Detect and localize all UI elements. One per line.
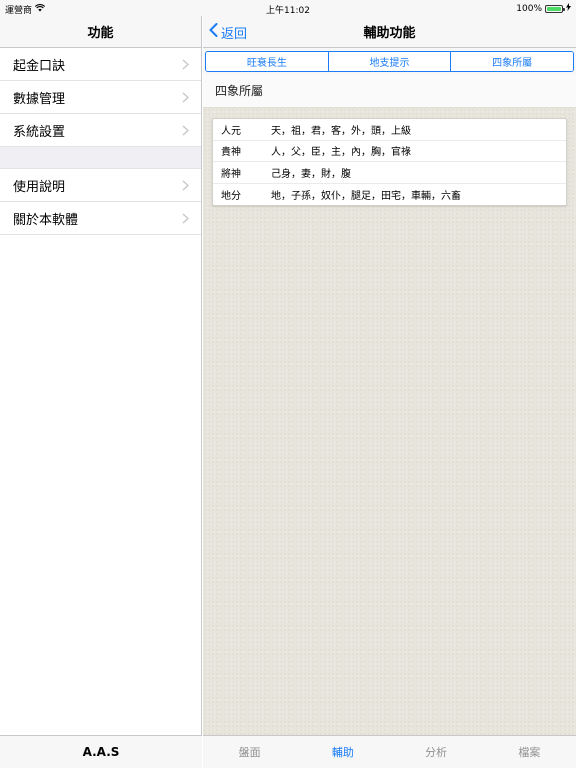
info-table: 人元 天，祖，君，客，外，頭，上級 貴神 人，父，臣，主，內，胸，官祿 將神 己… xyxy=(212,118,567,206)
menu-item-system-settings[interactable]: 系統設置 xyxy=(0,114,201,147)
menu-item-label: 關於本軟體 xyxy=(13,212,79,228)
chevron-right-icon xyxy=(182,179,189,191)
tab-analysis[interactable]: 分析 xyxy=(390,744,483,760)
row-key: 人元 xyxy=(221,125,241,137)
status-time: 上午11:02 xyxy=(266,6,310,16)
segment-branch-hints[interactable]: 地支提示 xyxy=(328,51,452,71)
menu-item-about[interactable]: 關於本軟體 xyxy=(0,202,201,235)
table-row: 將神 己身，妻，財，腹 xyxy=(213,162,566,184)
menu-item-label: 使用說明 xyxy=(13,179,66,195)
detail-nav-bar: 返回 輔助功能 xyxy=(203,16,576,48)
menu-item-label: 系統設置 xyxy=(13,124,66,140)
menu-group-separator xyxy=(0,147,201,169)
section-title: 四象所屬 xyxy=(215,84,264,98)
table-row: 貴神 人，父，臣，主，內，胸，官祿 xyxy=(213,141,566,162)
menu-item-label: 起金口訣 xyxy=(13,58,66,74)
back-button-label: 返回 xyxy=(221,26,248,42)
master-nav-bar: 功能 xyxy=(0,16,201,48)
row-value: 天，祖，君，客，外，頭，上級 xyxy=(271,125,411,137)
table-row: 人元 天，祖，君，客，外，頭，上級 xyxy=(213,119,566,141)
status-bar: 運營商 上午11:02 100% xyxy=(0,0,576,16)
tab-board[interactable]: 盤面 xyxy=(203,744,296,760)
menu-item-data-management[interactable]: 數據管理 xyxy=(0,81,201,114)
row-key: 將神 xyxy=(221,168,241,180)
chevron-right-icon xyxy=(182,124,189,136)
detail-title: 輔助功能 xyxy=(363,26,416,41)
menu-item-label: 數據管理 xyxy=(13,91,66,107)
segment-bar: 旺衰長生 地支提示 四象所屬 xyxy=(203,48,576,74)
chevron-right-icon xyxy=(182,212,189,224)
row-key: 地分 xyxy=(221,190,241,202)
battery-icon xyxy=(545,4,565,13)
row-value: 己身，妻，財，腹 xyxy=(271,168,351,180)
tab-archive[interactable]: 檔案 xyxy=(483,744,576,760)
app-name-label: A.A.S xyxy=(82,745,120,759)
tab-auxiliary[interactable]: 輔助 xyxy=(296,744,389,760)
menu-group-primary: 起金口訣 數據管理 系統設置 xyxy=(0,48,201,147)
chevron-right-icon xyxy=(182,58,189,70)
segment-prosperity[interactable]: 旺衰長生 xyxy=(206,51,329,71)
section-header: 四象所屬 xyxy=(203,74,576,108)
chevron-left-icon xyxy=(209,23,218,41)
table-row: 地分 地，子孫，奴仆，腿足，田宅，車輛，六畜 xyxy=(213,184,566,206)
master-pane: 功能 起金口訣 數據管理 系統設置 使用說明 關於本軟體 A.A.S xyxy=(0,16,202,768)
tab-bar: 盤面 輔助 分析 檔案 xyxy=(203,735,576,768)
battery-info: 100% xyxy=(516,3,571,14)
menu-item-instructions[interactable]: 使用說明 xyxy=(0,169,201,202)
charging-bolt-icon xyxy=(566,3,571,14)
menu-group-secondary: 使用說明 關於本軟體 xyxy=(0,169,201,235)
segmented-control: 旺衰長生 地支提示 四象所屬 xyxy=(205,50,574,72)
detail-pane: 返回 輔助功能 旺衰長生 地支提示 四象所屬 四象所屬 人元 天，祖，君，客，外… xyxy=(203,16,576,768)
battery-percent: 100% xyxy=(516,3,542,14)
row-key: 貴神 xyxy=(221,147,241,159)
master-title: 功能 xyxy=(87,26,114,41)
back-button[interactable]: 返回 xyxy=(209,16,247,48)
row-value: 地，子孫，奴仆，腿足，田宅，車輛，六畜 xyxy=(271,190,461,202)
segment-four-images[interactable]: 四象所屬 xyxy=(451,51,573,71)
chevron-right-icon xyxy=(182,91,189,103)
row-value: 人，父，臣，主，內，胸，官祿 xyxy=(271,147,411,159)
menu-item-formula[interactable]: 起金口訣 xyxy=(0,48,201,81)
master-footer-bar: A.A.S xyxy=(0,735,202,768)
